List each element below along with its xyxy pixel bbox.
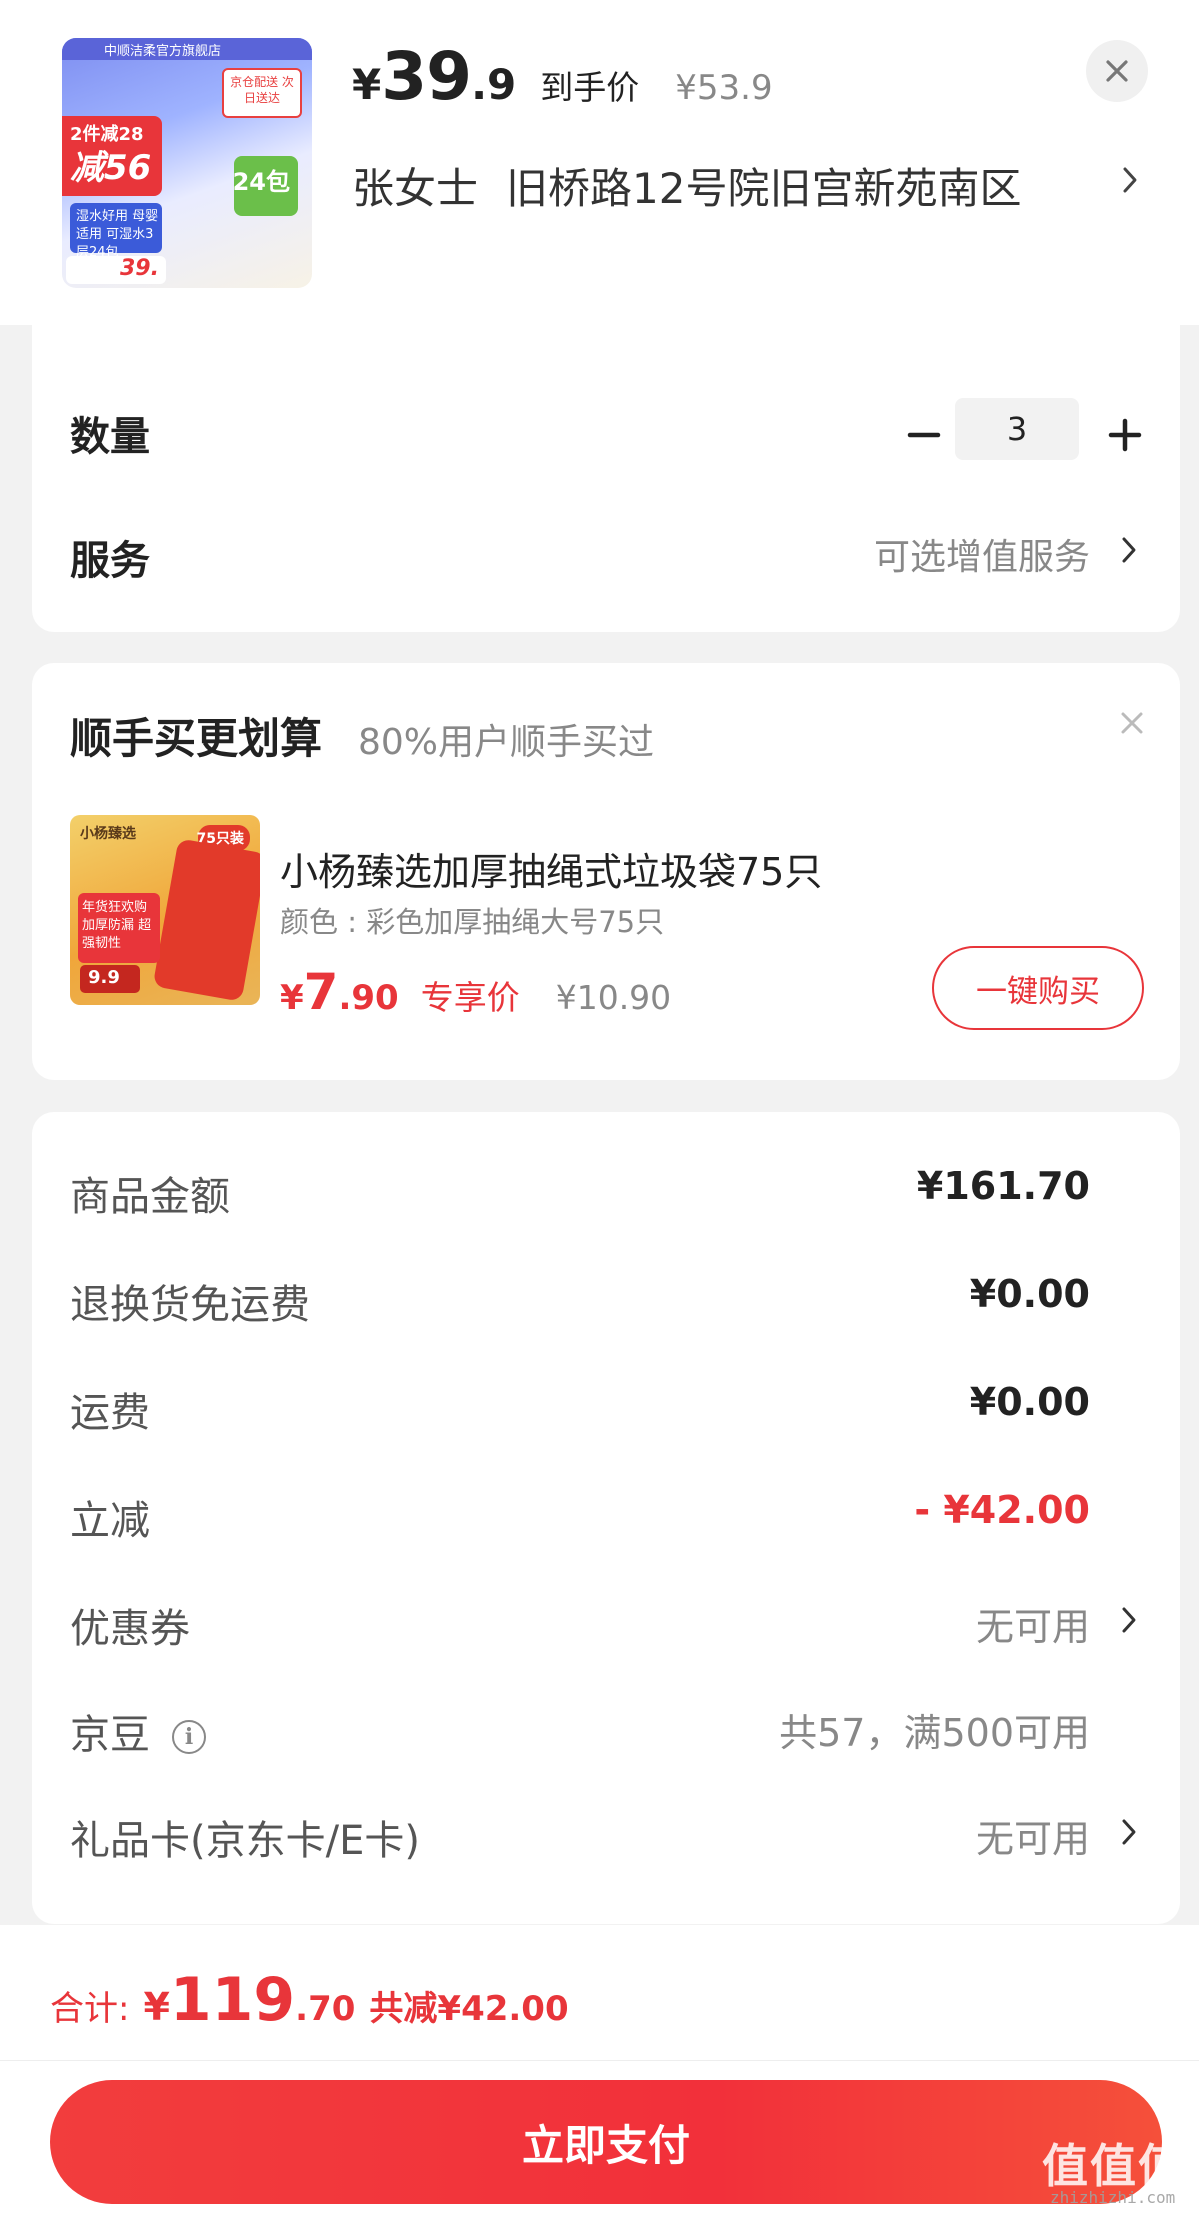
- service-label: 服务: [70, 538, 150, 584]
- bundle-price-decimal: .90: [338, 978, 399, 1018]
- bundle-item-thumbnail[interactable]: 小杨臻选 75只装 年货狂欢购 加厚防漏 超强韧性 9.9: [70, 815, 260, 1005]
- pay-now-button[interactable]: 立即支付: [50, 2080, 1162, 2204]
- address-text: 旧桥路12号院旧宫新苑南区: [506, 164, 1022, 213]
- minus-icon: [907, 432, 941, 438]
- fee-value: ¥0.00: [969, 1380, 1090, 1424]
- bundle-price-integer: 7: [303, 963, 339, 1021]
- jingdou-label: 京豆: [70, 1712, 150, 1758]
- recipient-name: 张女士: [352, 164, 479, 213]
- total-currency: ¥: [143, 1985, 170, 2029]
- jingdou-value: 共57，满500可用: [779, 1711, 1090, 1755]
- thumb-brand-text: 中顺洁柔官方旗舰店: [104, 44, 222, 59]
- close-icon: [1121, 712, 1143, 734]
- bundle-thumb-price: 9.9: [88, 967, 120, 988]
- chevron-right-icon[interactable]: [1120, 165, 1140, 195]
- divider: [0, 2060, 1199, 2061]
- total-label: 合计:: [50, 1989, 130, 2029]
- price-decimal: .9: [471, 60, 517, 109]
- bundle-thumb-logo: 小杨臻选: [80, 826, 136, 842]
- watermark-url: zhizhizhi.com: [1050, 2188, 1176, 2207]
- thumb-badge-text: 24包: [232, 168, 290, 196]
- options-card: 数量 3 服务 可选增值服务: [32, 320, 1180, 632]
- fee-row: 退换货免运费 ¥0.00: [32, 1258, 1180, 1328]
- total-integer: 119: [169, 1965, 296, 2035]
- fee-label: 退换货免运费: [70, 1282, 310, 1328]
- bundle-title: 顺手买更划算: [70, 714, 323, 763]
- bundle-item-price: ¥ 7 .90 专享价 ¥10.90: [280, 963, 671, 1021]
- product-header: 中顺洁柔官方旗舰店 京仓配送 次日送达 2件减28 减56 24包 湿水好用 母…: [0, 0, 1199, 325]
- gift-card-row[interactable]: 礼品卡(京东卡/E卡) 无可用: [32, 1794, 1180, 1864]
- coupon-value: 无可用: [975, 1605, 1090, 1649]
- plus-icon: [1108, 418, 1142, 452]
- quantity-input[interactable]: 3: [955, 398, 1079, 460]
- product-thumbnail[interactable]: 中顺洁柔官方旗舰店 京仓配送 次日送达 2件减28 减56 24包 湿水好用 母…: [62, 38, 312, 288]
- thumb-feature-text: 湿水好用 母婴适用 可湿水3层24包: [76, 209, 159, 260]
- coupon-row[interactable]: 优惠券 无可用: [32, 1582, 1180, 1652]
- quantity-increase-button[interactable]: [1098, 408, 1152, 462]
- bundle-close-button[interactable]: [1112, 703, 1152, 743]
- fee-label: 京豆 i: [70, 1702, 206, 1760]
- chevron-right-icon[interactable]: [1118, 1604, 1140, 1636]
- fee-value: ¥161.70: [916, 1164, 1090, 1208]
- bundle-thumb-bag: [152, 838, 260, 1002]
- gift-card-value: 无可用: [975, 1817, 1090, 1861]
- fee-label: 运费: [70, 1390, 150, 1436]
- info-icon[interactable]: i: [172, 1720, 206, 1754]
- bundle-price-tag: 专享价: [420, 978, 520, 1017]
- service-value[interactable]: 可选增值服务: [874, 528, 1090, 580]
- total-saving: 共减¥42.00: [369, 1989, 569, 2029]
- quantity-label: 数量: [70, 414, 150, 460]
- fee-breakdown-card: 商品金额 ¥161.70 退换货免运费 ¥0.00 运费 ¥0.00 立减 - …: [32, 1112, 1180, 1924]
- bundle-item-spec: 颜色 : 彩色加厚抽绳大号75只: [280, 905, 665, 939]
- bundle-subtitle: 80%用户顺手买过: [358, 722, 655, 763]
- bundle-card: 顺手买更划算 80%用户顺手买过 小杨臻选 75只装 年货狂欢购 加厚防漏 超强…: [32, 663, 1180, 1080]
- discount-value: - ¥42.00: [914, 1488, 1090, 1532]
- thumb-price-text: 39.: [120, 256, 159, 281]
- bundle-item-name[interactable]: 小杨臻选加厚抽绳式垃圾袋75只: [280, 841, 822, 896]
- fee-label: 优惠券: [70, 1606, 190, 1652]
- bundle-thumb-label-text: 年货狂欢购 加厚防漏 超强韧性: [82, 900, 152, 951]
- close-icon: [1106, 60, 1128, 82]
- fee-label: 商品金额: [70, 1174, 230, 1220]
- quantity-decrease-button[interactable]: [897, 408, 951, 462]
- watermark-logo: 值值值: [1042, 2139, 1186, 2193]
- total-decimal: .70: [295, 1989, 356, 2029]
- bundle-original-price: ¥10.90: [555, 978, 672, 1017]
- jingdou-row: 京豆 i 共57，满500可用: [32, 1688, 1180, 1758]
- delivery-address[interactable]: 张女士 旧桥路12号院旧宫新苑南区: [352, 155, 1021, 216]
- price-currency: ¥: [352, 60, 382, 109]
- thumb-stamp-text: 京仓配送 次日送达: [230, 75, 294, 105]
- fee-row: 立减 - ¥42.00: [32, 1474, 1180, 1544]
- fee-label: 立减: [70, 1498, 150, 1544]
- original-price: ¥53.9: [675, 68, 773, 108]
- chevron-right-icon[interactable]: [1118, 534, 1140, 566]
- close-button[interactable]: [1086, 40, 1148, 102]
- product-price: ¥ 39 .9 到手价 ¥53.9: [352, 38, 773, 118]
- price-integer: 39: [381, 38, 472, 115]
- chevron-right-icon[interactable]: [1118, 1816, 1140, 1848]
- one-click-buy-button[interactable]: 一键购买: [932, 946, 1144, 1030]
- bundle-price-currency: ¥: [280, 978, 304, 1018]
- fee-value: ¥0.00: [969, 1272, 1090, 1316]
- fee-row: 运费 ¥0.00: [32, 1366, 1180, 1436]
- order-total: 合计: ¥ 119 .70 共减¥42.00: [50, 1965, 569, 2035]
- fee-row: 商品金额 ¥161.70: [32, 1150, 1180, 1220]
- fee-label: 礼品卡(京东卡/E卡): [70, 1818, 420, 1864]
- price-tag-label: 到手价: [540, 68, 640, 107]
- thumb-promo-line2: 减56: [70, 148, 152, 188]
